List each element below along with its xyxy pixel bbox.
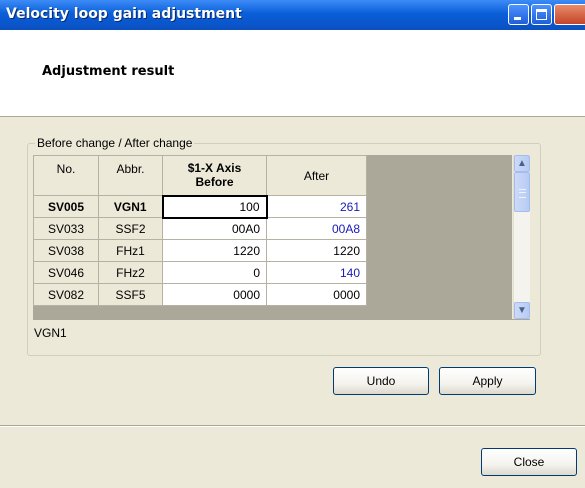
header-panel: Adjustment result <box>0 30 585 117</box>
cell-before[interactable]: 1220 <box>162 239 267 262</box>
cell-before[interactable]: 100 <box>161 194 268 219</box>
column-header-abbr: Abbr. <box>98 155 163 196</box>
cell-before[interactable]: 0000 <box>162 283 267 306</box>
close-button[interactable]: Close <box>481 448 577 476</box>
table-row[interactable]: SV005 VGN1 100 261 <box>33 194 367 219</box>
table-row[interactable]: SV082 SSF5 0000 0000 <box>33 283 367 306</box>
table-row[interactable]: SV038 FHz1 1220 1220 <box>33 239 367 262</box>
minimize-button[interactable] <box>508 4 529 25</box>
cell-before[interactable]: 0 <box>162 261 267 284</box>
selected-parameter-status: VGN1 <box>33 319 530 349</box>
cell-after[interactable]: 00A8 <box>266 217 367 240</box>
cell-no: SV033 <box>33 217 99 240</box>
cell-abbr: SSF5 <box>98 283 163 306</box>
parameter-table: No. Abbr. $1-X Axis Before After SV005 V… <box>33 155 367 306</box>
grid-vertical-scrollbar[interactable]: ▲ ▼ <box>513 155 530 319</box>
title-bar[interactable]: Velocity loop gain adjustment <box>0 0 585 30</box>
maximize-button[interactable] <box>531 4 552 25</box>
cell-after[interactable]: 0000 <box>266 283 367 306</box>
table-header-row: No. Abbr. $1-X Axis Before After <box>33 155 367 196</box>
column-header-no: No. <box>33 155 99 196</box>
maximize-icon <box>536 9 547 20</box>
cell-abbr: FHz1 <box>98 239 163 262</box>
column-header-before: $1-X Axis Before <box>162 155 267 196</box>
minimize-icon <box>514 17 521 20</box>
column-header-axis: $1-X Axis <box>187 161 242 176</box>
column-header-after: After <box>266 155 367 196</box>
undo-button[interactable]: Undo <box>333 367 429 395</box>
cell-after[interactable]: 261 <box>266 195 367 218</box>
cell-no: SV005 <box>33 195 99 218</box>
cell-abbr: SSF2 <box>98 217 163 240</box>
chevron-down-icon: ▼ <box>517 305 527 316</box>
header-title: Adjustment result <box>42 64 175 79</box>
cell-before[interactable]: 00A0 <box>162 217 267 240</box>
cell-no: SV046 <box>33 261 99 284</box>
scroll-up-button[interactable]: ▲ <box>514 155 530 172</box>
divider-highlight <box>0 426 585 427</box>
cell-abbr: VGN1 <box>98 195 163 218</box>
cell-abbr: FHz2 <box>98 261 163 284</box>
table-row[interactable]: SV046 FHz2 0 140 <box>33 261 367 284</box>
cell-no: SV082 <box>33 283 99 306</box>
grip-icon <box>519 189 526 198</box>
column-header-before-label: Before <box>195 175 234 190</box>
table-row[interactable]: SV033 SSF2 00A0 00A8 <box>33 217 367 240</box>
scroll-thumb[interactable] <box>514 172 530 212</box>
cell-after[interactable]: 1220 <box>266 239 367 262</box>
status-text: VGN1 <box>34 326 67 340</box>
chevron-up-icon: ▲ <box>517 158 527 169</box>
scroll-down-button[interactable]: ▼ <box>514 302 530 319</box>
cell-after[interactable]: 140 <box>266 261 367 284</box>
window-title: Velocity loop gain adjustment <box>6 6 242 22</box>
cell-no: SV038 <box>33 239 99 262</box>
apply-button[interactable]: Apply <box>439 367 536 395</box>
close-window-button[interactable] <box>554 4 585 25</box>
parameter-grid: No. Abbr. $1-X Axis Before After SV005 V… <box>33 155 512 319</box>
group-legend: Before change / After change <box>35 136 195 150</box>
